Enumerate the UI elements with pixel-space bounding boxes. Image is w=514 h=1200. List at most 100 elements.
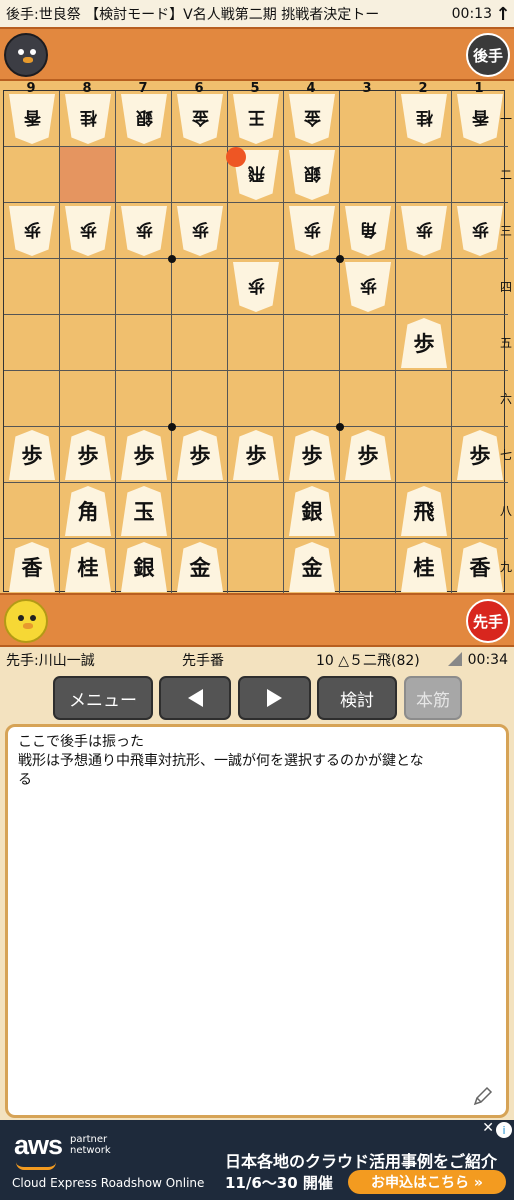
board-square[interactable] <box>116 371 172 427</box>
board-grid[interactable]: 香桂銀金王金桂香飛銀歩歩歩歩歩角歩歩歩歩歩歩歩歩歩歩歩歩歩角玉銀飛香桂銀金金桂香 <box>3 90 508 595</box>
board-square[interactable] <box>60 315 116 371</box>
board-square[interactable] <box>396 371 452 427</box>
board-square[interactable] <box>60 259 116 315</box>
board-square[interactable] <box>340 315 396 371</box>
board-square[interactable] <box>116 259 172 315</box>
gote-piece[interactable]: 歩 <box>289 206 335 256</box>
board-square[interactable] <box>340 539 396 595</box>
piece-label: 歩 <box>21 443 43 468</box>
gote-piece[interactable]: 歩 <box>121 206 167 256</box>
sente-piece[interactable]: 金 <box>177 542 223 592</box>
gote-piece[interactable]: 歩 <box>9 206 55 256</box>
gote-piece[interactable]: 歩 <box>401 206 447 256</box>
board-square[interactable] <box>60 147 116 203</box>
piece-label: 金 <box>189 555 211 580</box>
board-square[interactable] <box>340 483 396 539</box>
board-square[interactable] <box>4 147 60 203</box>
board-square[interactable] <box>396 259 452 315</box>
gote-piece[interactable]: 香 <box>9 94 55 144</box>
gote-piece[interactable]: 銀 <box>289 150 335 200</box>
chick-icon[interactable] <box>4 599 48 643</box>
board-square[interactable] <box>116 315 172 371</box>
board-square[interactable] <box>228 203 284 259</box>
gote-piece[interactable]: 金 <box>177 94 223 144</box>
comment-line: 戦形は予想通り中飛車対抗形、一誠が何を選択するのかが鍵とな <box>18 753 424 769</box>
menu-button[interactable]: メニュー <box>53 676 153 720</box>
analyze-button[interactable]: 検討 <box>317 676 397 720</box>
board-square[interactable] <box>172 315 228 371</box>
rank-label: 七 <box>499 448 512 462</box>
gote-piece[interactable]: 角 <box>345 206 391 256</box>
board-square[interactable] <box>284 371 340 427</box>
gote-piece[interactable]: 歩 <box>345 262 391 312</box>
ad-info-icon[interactable]: i <box>496 1122 512 1138</box>
board-square[interactable] <box>4 371 60 427</box>
sente-piece[interactable]: 歩 <box>121 430 167 480</box>
sente-piece[interactable]: 桂 <box>65 542 111 592</box>
sente-piece[interactable]: 角 <box>65 486 111 536</box>
board-square[interactable] <box>340 147 396 203</box>
up-arrow-icon[interactable]: ↑ <box>492 4 514 25</box>
board-square[interactable] <box>4 483 60 539</box>
gote-piece[interactable]: 桂 <box>65 94 111 144</box>
board-square[interactable] <box>60 371 116 427</box>
gote-piece[interactable]: 歩 <box>177 206 223 256</box>
ad-close-icon[interactable]: ✕ <box>482 1120 494 1136</box>
board-square[interactable] <box>340 371 396 427</box>
board-square[interactable] <box>116 147 172 203</box>
board-square[interactable] <box>172 147 228 203</box>
sente-piece[interactable]: 歩 <box>65 430 111 480</box>
mainline-button[interactable]: 本筋 <box>404 676 462 720</box>
sente-piece[interactable]: 銀 <box>289 486 335 536</box>
gote-piece[interactable]: 歩 <box>233 262 279 312</box>
board-square[interactable] <box>172 371 228 427</box>
board-square[interactable] <box>284 259 340 315</box>
gote-piece[interactable]: 桂 <box>401 94 447 144</box>
ad-cta-button[interactable]: お申込はこちら » <box>348 1170 506 1194</box>
board-square[interactable] <box>396 147 452 203</box>
sente-piece[interactable]: 金 <box>289 542 335 592</box>
sente-piece[interactable]: 銀 <box>121 542 167 592</box>
sente-piece[interactable]: 歩 <box>233 430 279 480</box>
prev-button[interactable] <box>159 676 231 720</box>
board-square[interactable] <box>228 483 284 539</box>
sente-piece[interactable]: 歩 <box>9 430 55 480</box>
board-square[interactable] <box>396 427 452 483</box>
board-square[interactable] <box>228 539 284 595</box>
gote-piece[interactable]: 香 <box>457 94 503 144</box>
board-square[interactable] <box>4 259 60 315</box>
pencil-icon[interactable] <box>472 1085 494 1107</box>
board-square[interactable] <box>340 91 396 147</box>
board-square[interactable] <box>172 259 228 315</box>
file-label: 4 <box>306 81 316 96</box>
gote-piece[interactable]: 王 <box>233 94 279 144</box>
sente-piece[interactable]: 飛 <box>401 486 447 536</box>
gote-piece[interactable]: 銀 <box>121 94 167 144</box>
board-square[interactable] <box>228 371 284 427</box>
sente-piece[interactable]: 歩 <box>401 318 447 368</box>
sente-piece[interactable]: 香 <box>9 542 55 592</box>
crow-icon[interactable] <box>4 33 48 77</box>
sente-piece[interactable]: 歩 <box>289 430 335 480</box>
sente-piece[interactable]: 歩 <box>177 430 223 480</box>
sente-piece[interactable]: 玉 <box>121 486 167 536</box>
next-button[interactable] <box>238 676 311 720</box>
gote-piece[interactable]: 歩 <box>65 206 111 256</box>
piece-label: 桂 <box>79 106 97 127</box>
ad-banner[interactable]: aws partner network Cloud Express Roadsh… <box>0 1120 514 1200</box>
sente-piece[interactable]: 香 <box>457 542 503 592</box>
gote-piece[interactable]: 金 <box>289 94 335 144</box>
sente-piece[interactable]: 歩 <box>345 430 391 480</box>
board-square[interactable] <box>172 483 228 539</box>
board-square[interactable] <box>228 315 284 371</box>
sente-piece[interactable]: 桂 <box>401 542 447 592</box>
gote-piece[interactable]: 歩 <box>457 206 503 256</box>
control-buttons: メニュー 検討 本筋 <box>0 676 514 722</box>
aws-smile-icon <box>16 1162 56 1170</box>
sente-piece[interactable]: 歩 <box>457 430 503 480</box>
comment-panel[interactable]: ここで後手は振った 戦形は予想通り中飛車対抗形、一誠が何を選択するのかが鍵とな … <box>5 724 509 1118</box>
piece-label: 歩 <box>357 443 379 468</box>
board-square[interactable] <box>4 315 60 371</box>
piece-label: 歩 <box>303 218 321 239</box>
board-square[interactable] <box>284 315 340 371</box>
